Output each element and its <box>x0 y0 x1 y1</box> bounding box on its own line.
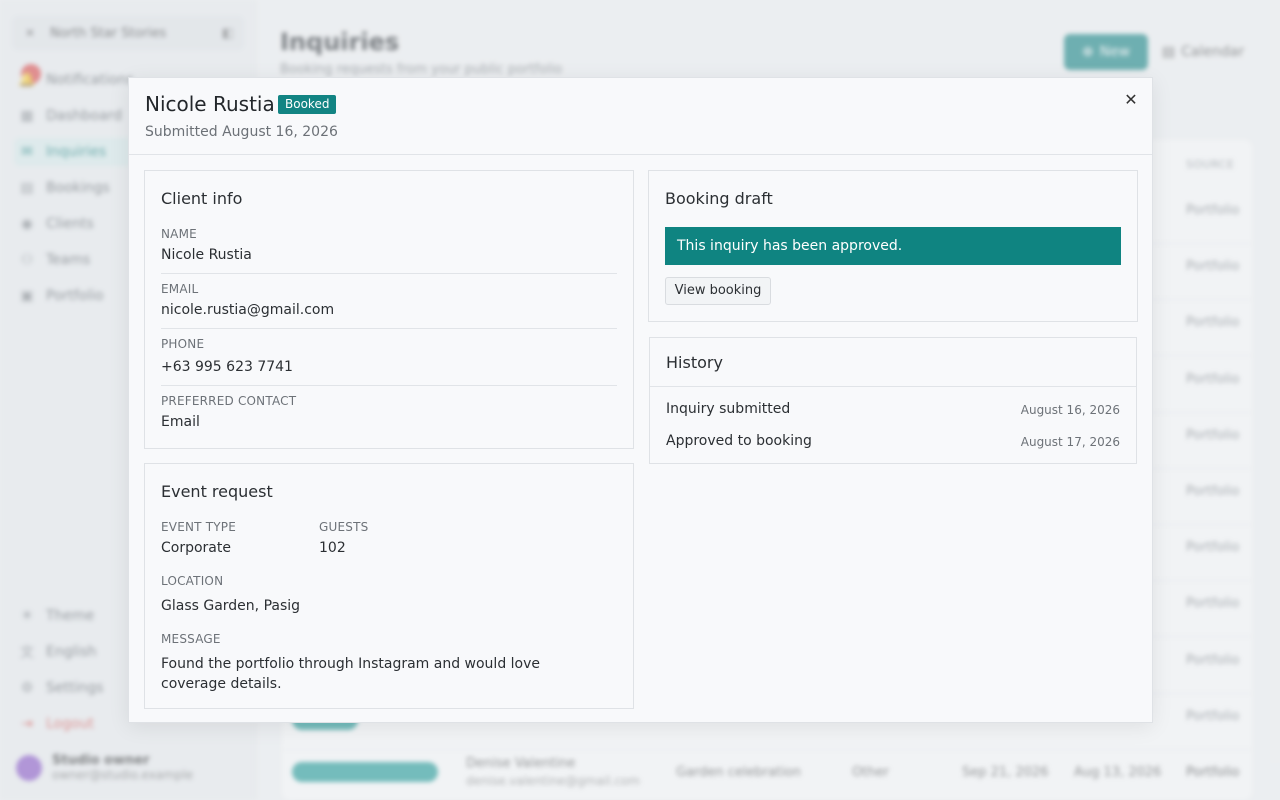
email-label: EMAIL <box>161 282 199 296</box>
guests-value: 102 <box>319 540 346 556</box>
event-request-title: Event request <box>161 482 273 501</box>
view-booking-button[interactable]: View booking <box>665 277 771 305</box>
event-type-value: Corporate <box>161 540 231 556</box>
history-entry-date: August 17, 2026 <box>1020 435 1120 449</box>
message-value: Found the portfolio through Instagram an… <box>161 656 541 692</box>
client-info-title: Client info <box>161 189 243 208</box>
divider <box>161 385 617 386</box>
approved-banner: This inquiry has been approved. <box>665 227 1121 265</box>
history-title: History <box>666 353 723 372</box>
history-entry-date: August 16, 2026 <box>1020 403 1120 417</box>
history-entry-label: Approved to booking <box>666 433 812 449</box>
preferred-contact-label: PREFERRED CONTACT <box>161 394 297 408</box>
divider <box>161 328 617 329</box>
event-type-label: EVENT TYPE <box>161 520 236 534</box>
message-label: MESSAGE <box>161 632 221 646</box>
client-info-card: Client info NAME Nicole Rustia EMAIL nic… <box>144 170 634 449</box>
history-header: History <box>650 338 1136 387</box>
history-card: History Inquiry submitted August 16, 202… <box>649 337 1137 464</box>
inquiry-detail-modal: Nicole Rustia Booked Submitted August 16… <box>128 77 1153 723</box>
modal-title: Nicole Rustia <box>145 92 275 116</box>
history-entry-label: Inquiry submitted <box>666 401 791 417</box>
phone-value: +63 995 623 7741 <box>161 359 293 375</box>
name-label: NAME <box>161 227 197 241</box>
guests-label: GUESTS <box>319 520 369 534</box>
preferred-contact-value: Email <box>161 414 200 430</box>
phone-label: PHONE <box>161 337 205 351</box>
close-icon: ✕ <box>1124 90 1138 109</box>
event-request-card: Event request EVENT TYPE Corporate GUEST… <box>144 463 634 709</box>
name-value: Nicole Rustia <box>161 247 252 263</box>
status-badge: Booked <box>278 95 337 114</box>
location-label: LOCATION <box>161 574 224 588</box>
email-value: nicole.rustia@gmail.com <box>161 302 335 318</box>
divider <box>161 273 617 274</box>
booking-draft-title: Booking draft <box>665 189 773 208</box>
modal-header: Nicole Rustia Booked Submitted August 16… <box>129 78 1152 155</box>
booking-draft-card: Booking draft This inquiry has been appr… <box>648 170 1138 322</box>
close-button[interactable]: ✕ <box>1121 90 1141 110</box>
submitted-date: Submitted August 16, 2026 <box>145 124 338 140</box>
location-value: Glass Garden, Pasig <box>161 598 301 614</box>
